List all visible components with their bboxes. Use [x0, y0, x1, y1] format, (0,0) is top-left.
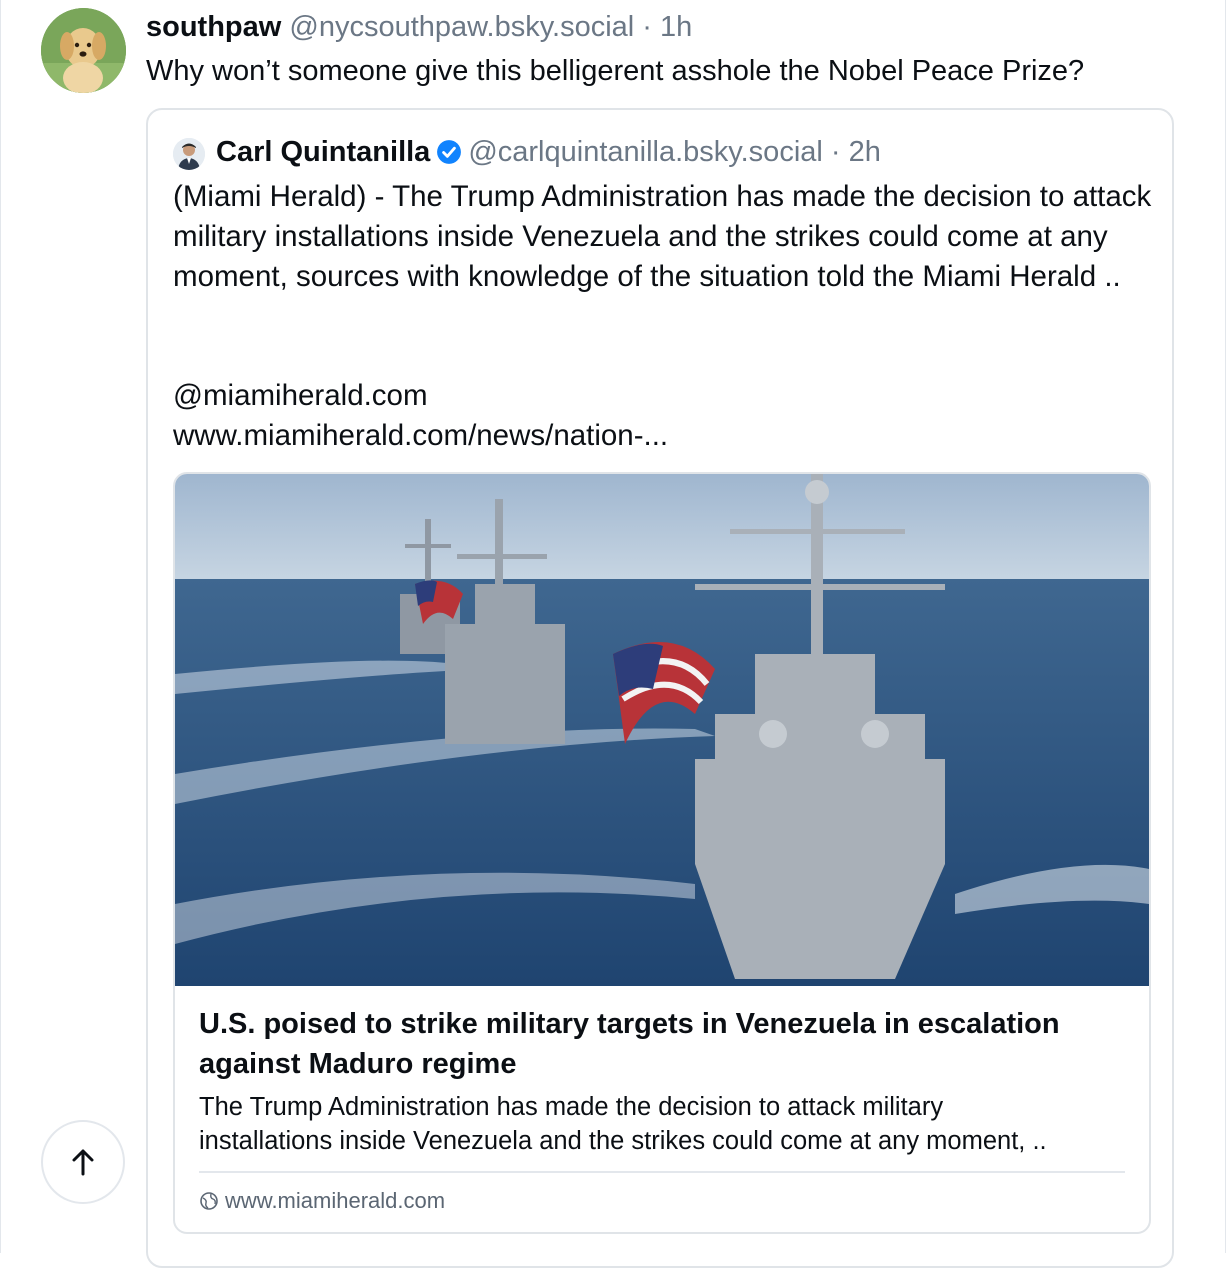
person-avatar-icon: [173, 138, 205, 170]
link-card-source[interactable]: www.miamiherald.com: [199, 1184, 445, 1218]
globe-icon: [200, 1192, 218, 1210]
link-card-description-line: The Trump Administration has made the de…: [199, 1093, 944, 1121]
quoted-author-name[interactable]: Carl Quintanilla: [216, 132, 430, 172]
quoted-body: (Miami Herald) - The Trump Administratio…: [173, 180, 1152, 293]
thread-view: southpaw @nycsouthpaw.bsky.social · 1h W…: [0, 0, 1226, 1268]
mention-link[interactable]: @miamiherald.com: [173, 376, 428, 416]
link-card-description: The Trump Administration has made the de…: [199, 1090, 1129, 1158]
verified-check-icon: [437, 140, 462, 164]
quoted-header: Carl Quintanilla @carlquintanilla.bsky.s…: [216, 132, 881, 172]
author-name[interactable]: southpaw: [146, 11, 281, 43]
navy-destroyers-photo: [175, 474, 1149, 986]
avatar[interactable]: [41, 8, 126, 93]
author-handle-time[interactable]: @nycsouthpaw.bsky.social · 1h: [289, 11, 692, 43]
quoted-text: (Miami Herald) - The Trump Administratio…: [173, 177, 1163, 297]
link-card-description-line: installations inside Venezuela and the s…: [199, 1127, 1047, 1155]
quoted-avatar[interactable]: [173, 138, 205, 170]
article-url-link[interactable]: www.miamiherald.com/news/nation-...: [173, 416, 668, 456]
link-card-title[interactable]: U.S. poised to strike military targets i…: [199, 1004, 1129, 1084]
scroll-to-top-button[interactable]: [41, 1120, 125, 1204]
quoted-post[interactable]: Carl Quintanilla @carlquintanilla.bsky.s…: [146, 108, 1174, 1268]
post-header: southpaw @nycsouthpaw.bsky.social · 1h: [146, 8, 692, 46]
quoted-handle-time[interactable]: @carlquintanilla.bsky.social · 2h: [468, 132, 881, 172]
arrow-up-icon: [72, 1149, 94, 1176]
post-text: Why won’t someone give this belligerent …: [146, 55, 1085, 87]
link-preview-card[interactable]: U.S. poised to strike military targets i…: [173, 472, 1151, 1234]
puppy-avatar-icon: [41, 8, 126, 93]
link-card-domain: www.miamiherald.com: [225, 1188, 446, 1213]
divider: [199, 1171, 1125, 1173]
